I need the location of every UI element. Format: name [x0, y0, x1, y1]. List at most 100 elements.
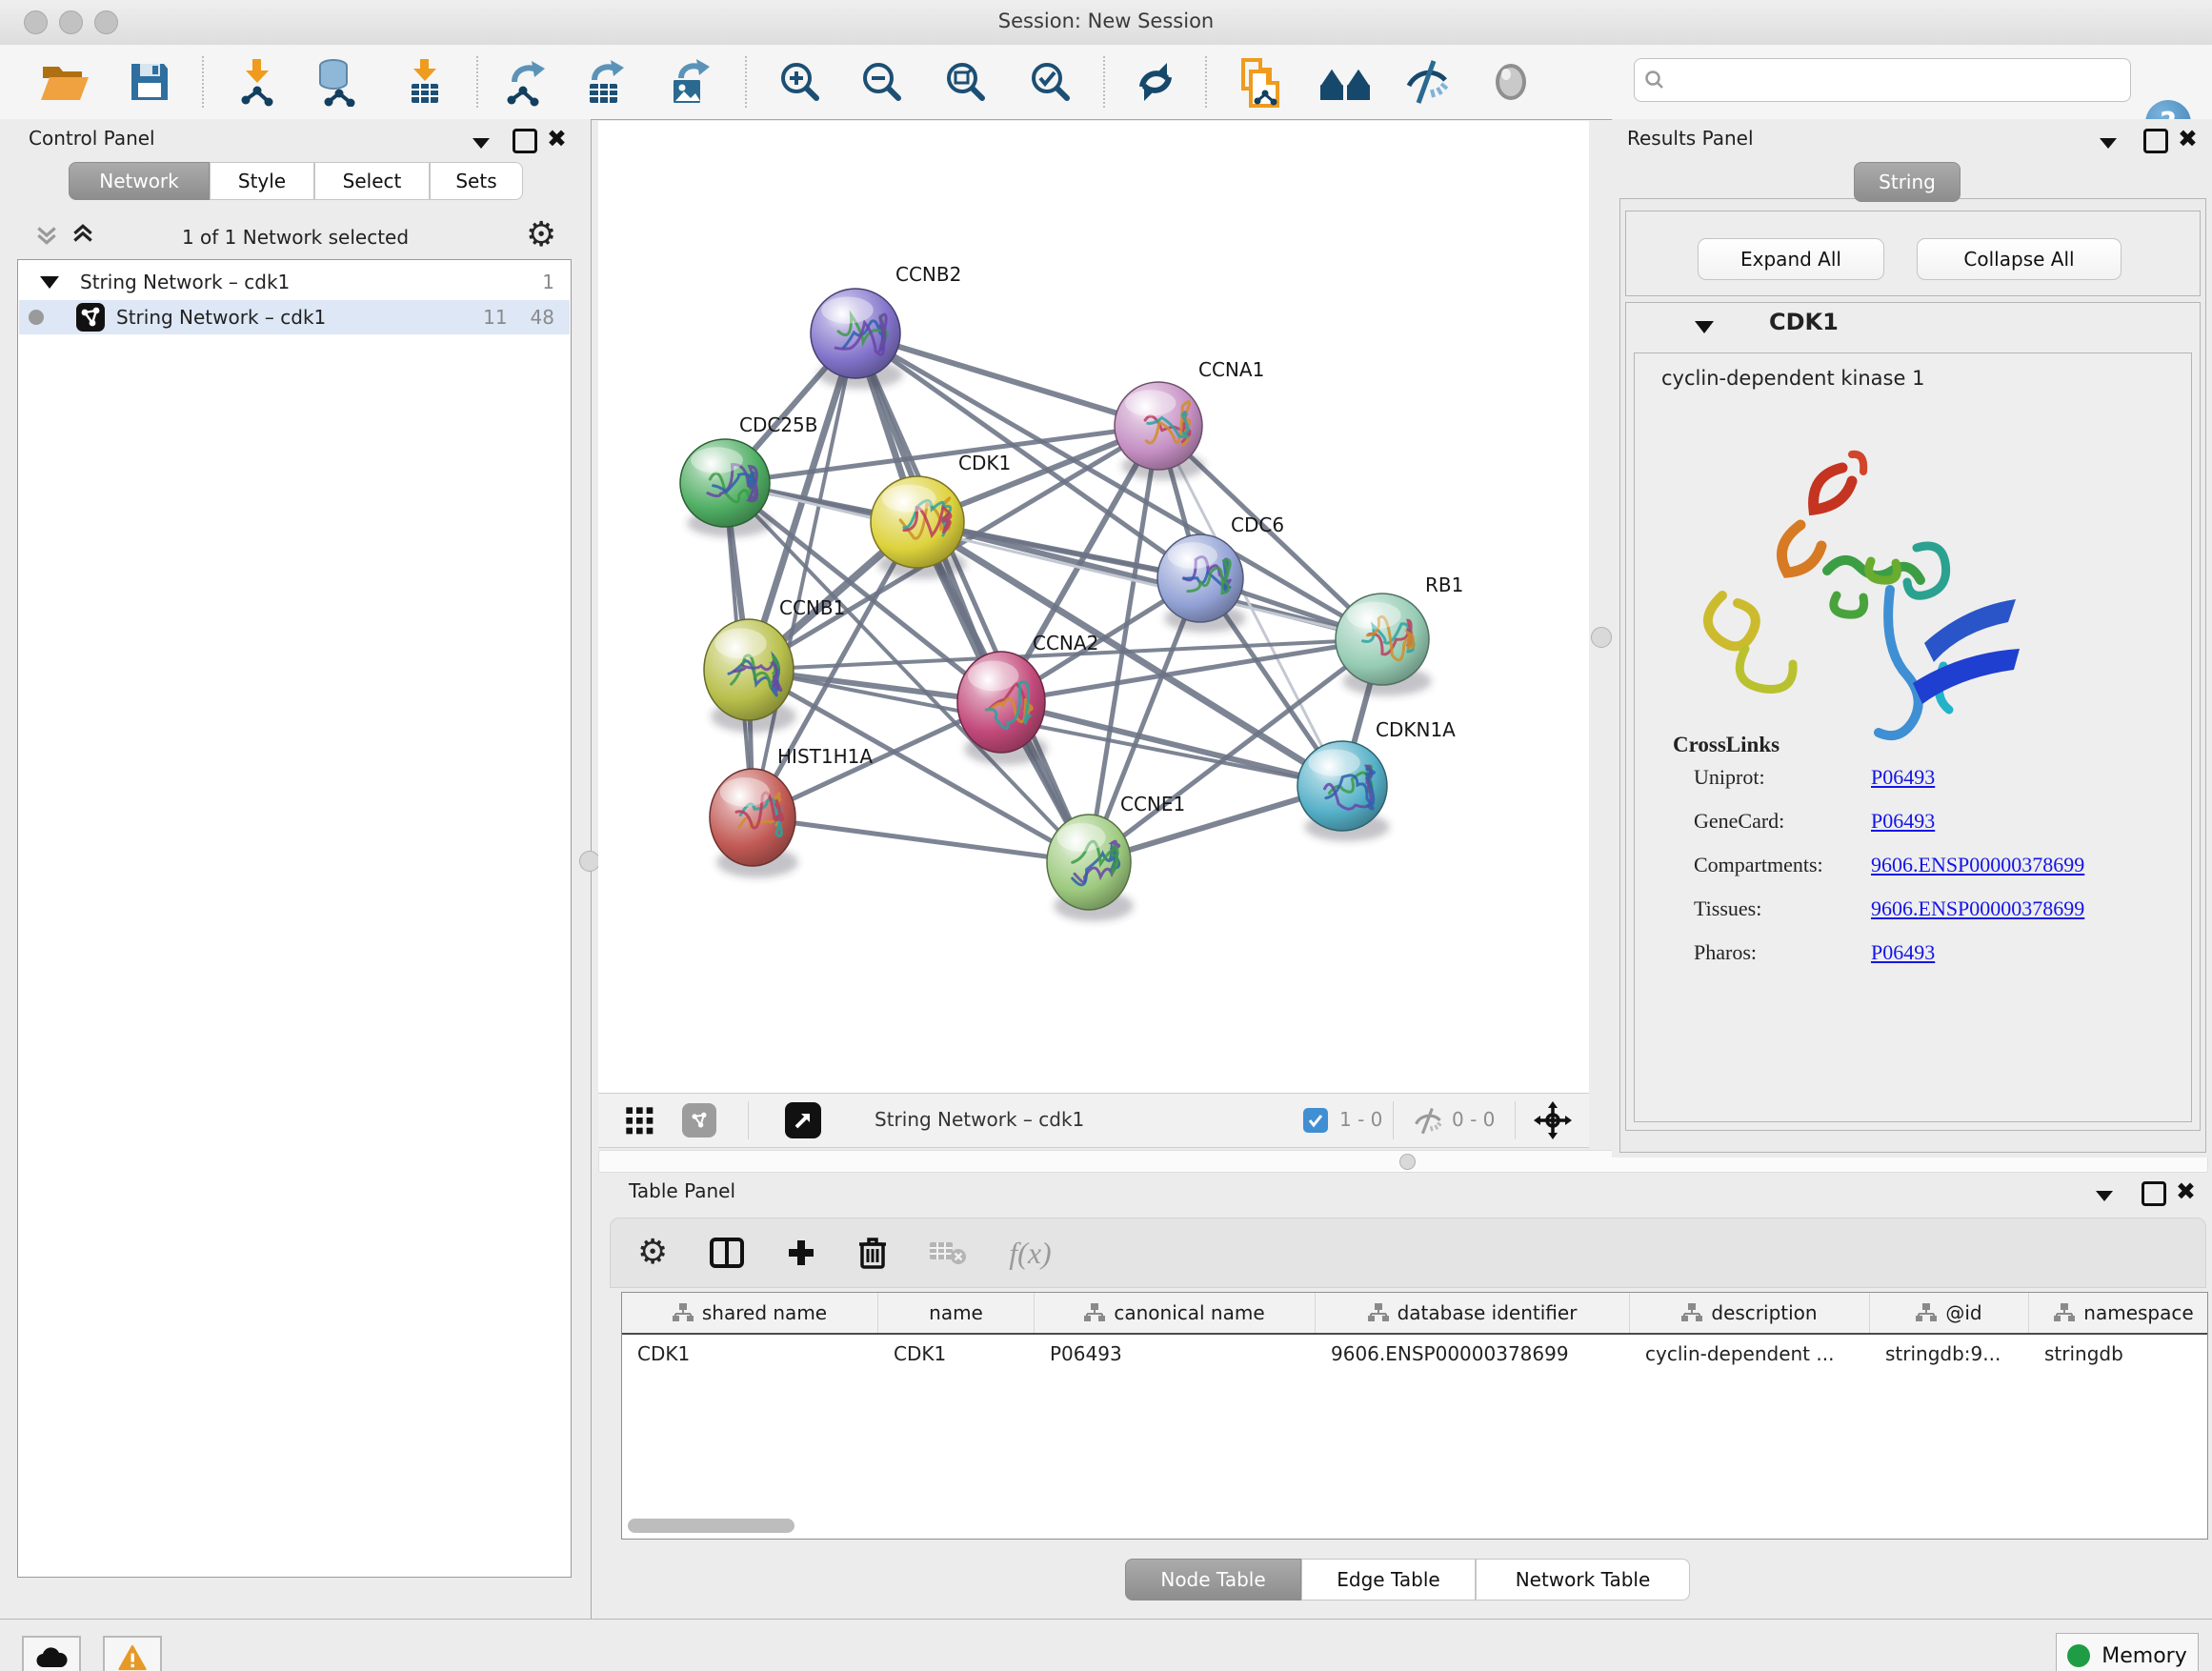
node-CCNB2[interactable] — [811, 289, 903, 389]
node-CDC25B[interactable] — [680, 439, 773, 537]
column-header-shared-name[interactable]: shared name — [622, 1293, 878, 1333]
crosslink-link[interactable]: P06493 — [1871, 809, 1935, 833]
table-columns-icon[interactable] — [710, 1238, 744, 1268]
column-header-name[interactable]: name — [878, 1293, 1035, 1333]
first-neighbors-icon[interactable] — [1318, 62, 1372, 102]
tab-sets[interactable]: Sets — [430, 162, 523, 200]
crosslink-link[interactable]: P06493 — [1871, 940, 1935, 964]
detach-view-icon[interactable] — [785, 1102, 821, 1138]
table-cell[interactable]: 9606.ENSP00000378699 — [1316, 1335, 1630, 1373]
table-delete-column-icon[interactable] — [858, 1237, 887, 1269]
column-header-description[interactable]: description — [1630, 1293, 1870, 1333]
zoom-in-icon[interactable] — [777, 59, 823, 105]
tab-string[interactable]: String — [1854, 162, 1961, 202]
table-cell[interactable]: cyclin-dependent ... — [1630, 1335, 1870, 1373]
crosslink-link[interactable]: P06493 — [1871, 765, 1935, 789]
node-CCNE1[interactable] — [1047, 815, 1134, 921]
table-cell[interactable]: P06493 — [1035, 1335, 1316, 1373]
column-network-icon — [1681, 1303, 1702, 1322]
gene-section-expander-icon[interactable] — [1695, 319, 1714, 337]
zoom-selected-icon[interactable] — [1028, 59, 1074, 105]
expand-all-button[interactable]: Expand All — [1698, 238, 1884, 280]
tab-network-table[interactable]: Network Table — [1476, 1559, 1690, 1601]
left-splitter-handle[interactable] — [579, 851, 600, 872]
table-cell[interactable]: stringdb — [2029, 1335, 2208, 1373]
network-row[interactable]: String Network – cdk1 11 48 — [19, 300, 570, 334]
table-row[interactable]: CDK1CDK1P064939606.ENSP00000378699cyclin… — [622, 1335, 2207, 1373]
results-panel-close-icon[interactable]: ✖ — [2178, 127, 2198, 151]
table-add-column-icon[interactable] — [786, 1238, 816, 1268]
column-header-namespace[interactable]: namespace — [2029, 1293, 2208, 1333]
export-network-icon[interactable] — [501, 57, 549, 107]
node-CDKN1A[interactable] — [1297, 741, 1390, 841]
grid-view-icon[interactable] — [625, 1106, 655, 1137]
table-cell[interactable]: CDK1 — [878, 1335, 1035, 1373]
selected-nodes-checkbox[interactable] — [1303, 1108, 1328, 1133]
open-folder-icon[interactable] — [39, 60, 90, 104]
collapse-all-button[interactable]: Collapse All — [1917, 238, 2122, 280]
network-birds-eye-icon[interactable] — [682, 1103, 716, 1137]
table-function-builder-icon[interactable]: f(x) — [1009, 1236, 1051, 1271]
crosslink-link[interactable]: 9606.ENSP00000378699 — [1871, 896, 2084, 920]
tree-expander-icon[interactable] — [40, 271, 59, 293]
table-delete-table-icon[interactable] — [929, 1239, 967, 1266]
table-panel-close-icon[interactable]: ✖ — [2176, 1179, 2196, 1203]
table-cell[interactable]: stringdb:9... — [1870, 1335, 2029, 1373]
show-all-icon[interactable] — [1489, 60, 1533, 104]
node-CCNB1[interactable] — [704, 619, 796, 733]
results-panel-collapse-icon[interactable] — [2100, 134, 2117, 152]
table-horizontal-scrollbar[interactable] — [628, 1519, 794, 1533]
horizontal-splitter-handle[interactable] — [1399, 1154, 1416, 1170]
application-window: Session: New Session — [0, 0, 2212, 1671]
tab-edge-table[interactable]: Edge Table — [1301, 1559, 1476, 1601]
node-RB1[interactable] — [1336, 594, 1432, 695]
control-panel-float-icon[interactable] — [513, 129, 537, 157]
toolbar-search-box[interactable] — [1634, 58, 2131, 102]
memory-button[interactable]: Memory — [2056, 1633, 2199, 1671]
export-table-icon[interactable] — [581, 57, 629, 107]
table-panel-float-icon[interactable] — [2142, 1181, 2166, 1210]
node-label-CDC25B: CDC25B — [739, 413, 818, 436]
import-network-icon[interactable] — [234, 57, 280, 107]
refresh-icon[interactable] — [1133, 59, 1178, 105]
edge-CCNB2-CCNE1[interactable] — [855, 333, 1089, 862]
tab-network[interactable]: Network — [69, 162, 210, 200]
tab-select[interactable]: Select — [314, 162, 430, 200]
import-database-icon[interactable] — [312, 57, 362, 107]
zoom-fit-icon[interactable] — [943, 59, 989, 105]
control-panel-collapse-icon[interactable] — [473, 134, 490, 152]
node-CDK1[interactable] — [871, 476, 967, 578]
column-label: canonical name — [1114, 1301, 1264, 1324]
export-file-network-icon[interactable] — [1237, 56, 1281, 108]
table-gear-icon[interactable]: ⚙ — [637, 1236, 668, 1270]
hide-selected-icon[interactable] — [1403, 59, 1453, 105]
edge-CCNB2-CCNA1[interactable] — [855, 333, 1158, 426]
node-HIST1H1A[interactable] — [710, 769, 798, 877]
import-table-icon[interactable] — [402, 57, 448, 107]
table-cell[interactable]: CDK1 — [622, 1335, 878, 1373]
column-header-database-identifier[interactable]: database identifier — [1316, 1293, 1630, 1333]
search-input[interactable] — [1673, 69, 2121, 91]
cloud-button[interactable] — [22, 1636, 81, 1671]
right-splitter-handle[interactable] — [1591, 627, 1612, 648]
save-icon[interactable] — [128, 60, 171, 104]
table-panel-collapse-icon[interactable] — [2096, 1187, 2113, 1205]
warning-button[interactable] — [103, 1636, 162, 1671]
node-CCNA1[interactable] — [1115, 382, 1205, 480]
crosslink-link[interactable]: 9606.ENSP00000378699 — [1871, 853, 2084, 876]
column-header--id[interactable]: @id — [1870, 1293, 2029, 1333]
results-panel-float-icon[interactable] — [2143, 129, 2168, 157]
network-collection-row[interactable]: String Network – cdk1 1 — [19, 265, 570, 299]
pan-crosshair-icon[interactable] — [1534, 1101, 1572, 1139]
node-CCNA2[interactable] — [957, 652, 1048, 765]
edge-HIST1H1A-CCNE1[interactable] — [753, 817, 1089, 862]
tab-style[interactable]: Style — [210, 162, 314, 200]
node-CDC6[interactable] — [1157, 534, 1246, 633]
export-image-icon[interactable] — [666, 57, 714, 107]
control-panel-close-icon[interactable]: ✖ — [547, 127, 567, 151]
column-header-canonical-name[interactable]: canonical name — [1035, 1293, 1316, 1333]
network-canvas[interactable]: CCNB2CCNA1CDC25BCDK1CDC6RB1CCNB1CCNA2CDK… — [598, 121, 1589, 1093]
network-options-gear-icon[interactable]: ⚙ — [526, 218, 556, 252]
tab-node-table[interactable]: Node Table — [1125, 1559, 1301, 1601]
zoom-out-icon[interactable] — [859, 59, 905, 105]
